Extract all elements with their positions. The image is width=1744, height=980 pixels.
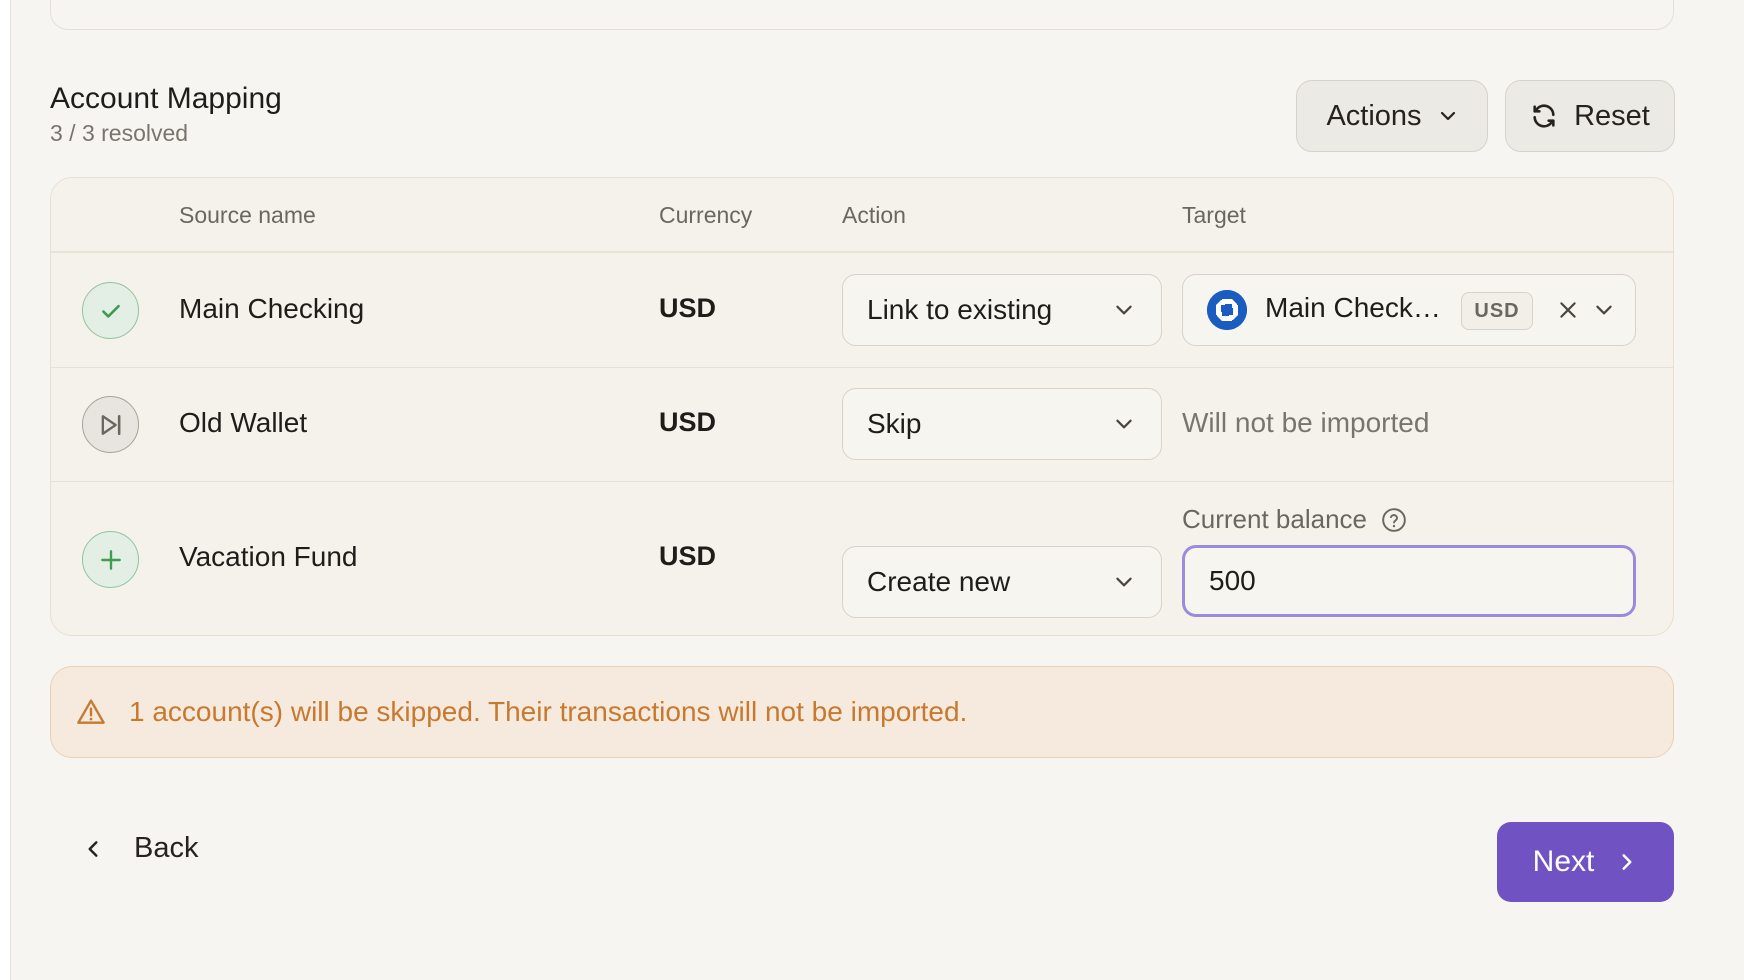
bank-logo-icon <box>1207 290 1247 330</box>
action-select-value: Link to existing <box>867 294 1053 325</box>
section-title: Account Mapping <box>50 82 282 115</box>
chevron-right-icon <box>1622 854 1632 870</box>
chevron-down-icon <box>1116 419 1132 429</box>
source-name: Main Checking <box>179 293 365 324</box>
reset-label: Reset <box>1574 99 1650 132</box>
back-label: Back <box>134 832 199 864</box>
plus-icon <box>82 531 139 588</box>
currency: USD <box>659 293 717 323</box>
table-row: Vacation Fund USD Create new Current bal… <box>51 482 1673 635</box>
header-action: Action <box>842 202 906 228</box>
chevron-down-icon <box>1440 111 1455 121</box>
action-select-value: Create new <box>867 566 1011 597</box>
skip-warning-alert: 1 account(s) will be skipped. Their tran… <box>50 666 1674 758</box>
chevron-down-icon <box>1116 305 1132 315</box>
table-row: Main Checking USD Link to existing Main … <box>51 253 1673 368</box>
target-account-select[interactable]: Main Checking USD <box>1182 274 1636 346</box>
header-currency: Currency <box>659 202 753 228</box>
clear-icon[interactable] <box>1557 299 1579 321</box>
actions-label: Actions <box>1326 99 1422 132</box>
header-target: Target <box>1182 202 1246 228</box>
chevron-left-icon <box>88 840 98 857</box>
balance-label-row: Current balance <box>1182 504 1407 535</box>
next-button[interactable]: Next <box>1497 822 1674 902</box>
action-select[interactable]: Create new <box>842 546 1162 618</box>
actions-button[interactable]: Actions <box>1296 80 1488 152</box>
target-currency-badge: USD <box>1461 292 1533 330</box>
next-label: Next <box>1532 845 1595 878</box>
table-row: Old Wallet USD Skip Will not be imported <box>51 368 1673 482</box>
source-name: Old Wallet <box>179 407 308 438</box>
skip-icon <box>82 396 139 453</box>
header-source-name: Source name <box>179 202 316 228</box>
reset-button[interactable]: Reset <box>1505 80 1675 152</box>
balance-label: Current balance <box>1182 504 1367 534</box>
skip-target-note: Will not be imported <box>1182 407 1430 438</box>
source-name: Vacation Fund <box>179 541 358 572</box>
currency: USD <box>659 541 717 571</box>
account-mapping-table: Source name Currency Action Target Main … <box>50 177 1674 636</box>
current-balance-input[interactable] <box>1182 545 1636 617</box>
currency: USD <box>659 407 717 437</box>
previous-section-card <box>50 0 1674 30</box>
action-select[interactable]: Link to existing <box>842 274 1162 346</box>
chevron-down-icon <box>1116 577 1132 587</box>
warning-triangle-icon <box>77 699 105 724</box>
refresh-icon <box>1533 104 1555 128</box>
action-select[interactable]: Skip <box>842 388 1162 460</box>
action-select-value: Skip <box>867 408 922 439</box>
target-account-name: Main Checking <box>1265 292 1443 323</box>
help-icon[interactable] <box>1381 507 1407 533</box>
check-icon <box>82 282 139 339</box>
resolved-count: 3 / 3 resolved <box>50 120 189 146</box>
alert-text: 1 account(s) will be skipped. Their tran… <box>129 696 968 727</box>
table-header: Source name Currency Action Target <box>51 178 1673 253</box>
chevron-down-icon <box>1596 305 1612 315</box>
back-button[interactable]: Back <box>82 832 198 865</box>
